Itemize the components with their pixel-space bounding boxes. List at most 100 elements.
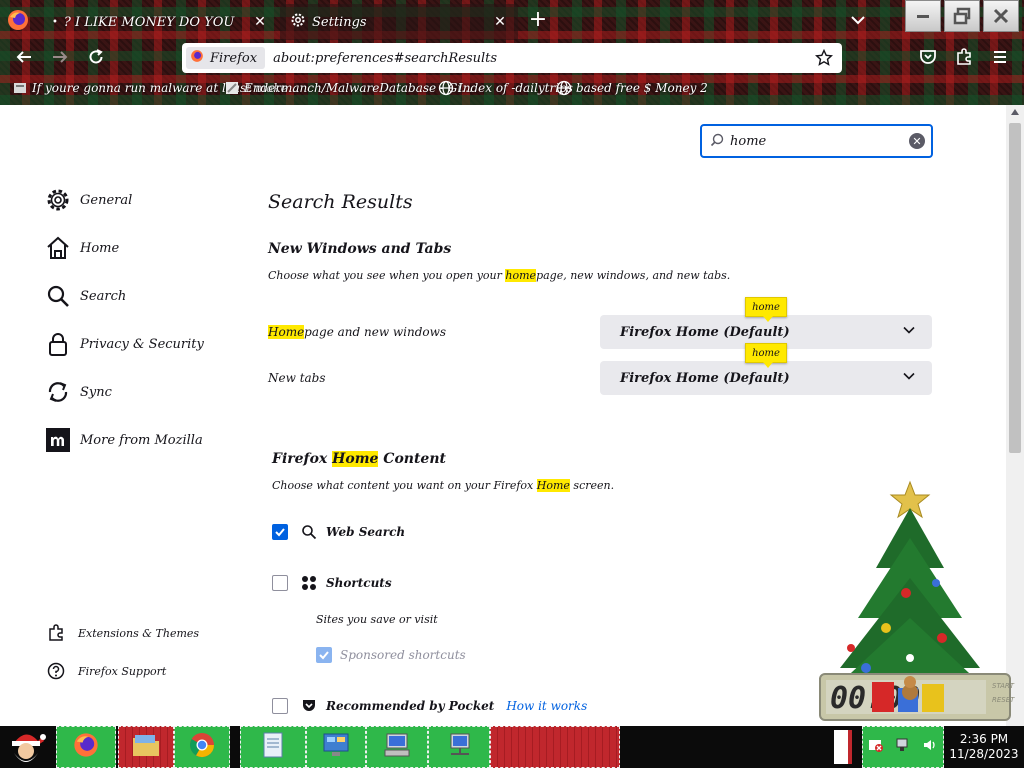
reload-button[interactable] [84,45,108,69]
taskbar-control-panel-button[interactable] [306,726,366,768]
search-highlight: Home [332,451,379,467]
gear-icon [290,12,306,32]
bookmark-label: based free $ Money 2 [576,81,708,95]
shortcuts-grid-icon [300,574,318,592]
how-it-works-link[interactable]: How it works [506,699,587,713]
pocket-checkbox[interactable] [272,698,288,714]
web-search-option[interactable]: Web Search [272,523,405,541]
tab-money[interactable]: • ? I LIKE MONEY DO YOU ✕ [42,4,278,40]
taskbar-chrome-button[interactable] [174,726,230,768]
scrollbar-thumb[interactable] [1009,123,1021,453]
network-tray-icon[interactable] [895,737,911,757]
system-tray [862,726,944,768]
sidebar-item-sync[interactable]: Sync [44,377,244,407]
minimize-button[interactable] [905,0,941,32]
tab-title: ? I LIKE MONEY DO YOU [63,14,235,30]
bookmark-star-icon[interactable] [812,49,836,67]
search-tooltip: home [745,297,787,322]
mozilla-icon [44,426,72,454]
row-label-text: page and new windows [304,325,447,339]
tab-settings[interactable]: Settings ✕ [280,4,518,40]
sponsored-shortcuts-checkbox[interactable] [316,647,332,663]
taskbar-clock[interactable]: 2:36 PM 11/28/2023 [944,726,1024,768]
gear-icon [44,186,72,214]
heading-text: Firefox [272,451,333,467]
url-bar[interactable]: Firefox about:preferences#searchResults [182,43,842,73]
pocket-option[interactable]: Recommended by Pocket How it works [272,697,587,715]
page-title: Search Results [268,191,413,213]
url-text[interactable]: about:preferences#searchResults [273,51,812,66]
firefox-icon [72,731,100,763]
search-icon [300,523,318,541]
clear-search-icon[interactable]: ✕ [909,133,925,149]
taskbar-firefox-button[interactable] [56,726,116,768]
option-label: Recommended by Pocket [326,699,495,713]
tab-close-icon[interactable]: ✕ [492,14,508,30]
sidebar-item-label: More from Mozilla [80,432,203,448]
taskbar-network-button[interactable] [428,726,490,768]
sidebar-item-more-from-mozilla[interactable]: More from Mozilla [44,425,244,455]
settings-search-input[interactable]: home ✕ [700,124,933,158]
volume-icon[interactable] [922,737,938,757]
scroll-up-arrow-icon[interactable] [1011,109,1019,115]
computer-icon [383,732,411,762]
sidebar-item-general[interactable]: General [44,185,244,215]
forward-button[interactable] [48,45,72,69]
taskbar-explorer-button[interactable] [118,726,174,768]
puzzle-icon [46,623,66,643]
tab-close-icon[interactable]: ✕ [252,14,268,30]
bookmark-item[interactable]: Endermanch/MalwareDatabase - Gi... [224,80,473,96]
sync-icon [44,378,72,406]
firefox-menu-icon[interactable] [6,8,30,32]
bookmark-item[interactable]: based free $ Money 2 [556,80,708,96]
back-button[interactable] [12,45,36,69]
extensions-puzzle-icon[interactable] [952,45,976,69]
desc-text: page, new windows, and new tabs. [536,269,731,282]
notepad-icon [260,731,286,763]
sidebar-item-home[interactable]: Home [44,233,244,263]
list-tabs-chevron-icon[interactable] [848,10,868,30]
desc-text: Choose what you see when you open your [268,269,506,282]
new-tab-button[interactable]: + [526,8,550,32]
search-tooltip: home [745,343,787,368]
sidebar-item-firefox-support[interactable]: Firefox Support [46,661,166,681]
close-window-button[interactable] [983,0,1019,32]
home-icon [44,234,72,262]
sidebar-item-label: General [80,192,133,208]
sidebar-item-privacy[interactable]: Privacy & Security [44,329,244,359]
christmas-tree-widget[interactable]: 00:00 START RESET [806,478,1024,726]
show-desktop-button[interactable] [834,730,852,764]
identity-box[interactable]: Firefox [186,47,266,69]
tab-title: Settings [312,14,367,30]
taskbar-computer-button[interactable] [366,726,428,768]
github-favicon-icon [224,80,240,96]
section-heading-home-content: Firefox Home Content [272,451,446,467]
search-value[interactable]: home [730,134,909,149]
security-alert-icon[interactable] [868,737,884,757]
firefox-icon [190,49,204,67]
bookmark-item[interactable]: Index of -dailytrips [438,80,573,96]
restore-button[interactable] [944,0,980,32]
nav-bar: Firefox about:preferences#searchResults [0,42,1024,73]
sponsored-shortcuts-option[interactable]: Sponsored shortcuts [316,647,466,663]
web-search-checkbox[interactable] [272,524,288,540]
homepage-row-label: Homepage and new windows [268,325,446,339]
bookmark-favicon-icon [12,80,28,96]
heading-text: Content [378,451,446,467]
shortcuts-checkbox[interactable] [272,575,288,591]
taskbar-notepad-button[interactable] [240,726,306,768]
app-menu-icon[interactable] [988,45,1012,69]
sidebar-item-extensions-themes[interactable]: Extensions & Themes [46,623,199,643]
chevron-down-icon [902,323,916,341]
pocket-icon[interactable] [916,45,940,69]
section-description: Choose what content you want on your Fir… [272,479,614,492]
section-description: Choose what you see when you open your h… [268,269,730,282]
shortcuts-option[interactable]: Shortcuts [272,574,392,592]
folder-icon [131,732,161,762]
sidebar-item-search[interactable]: Search [44,281,244,311]
option-label: Shortcuts [326,576,392,590]
taskbar-empty-button[interactable] [490,726,620,768]
start-button-santa-icon[interactable] [4,727,48,767]
search-icon [710,132,724,151]
option-label: Web Search [326,525,406,539]
